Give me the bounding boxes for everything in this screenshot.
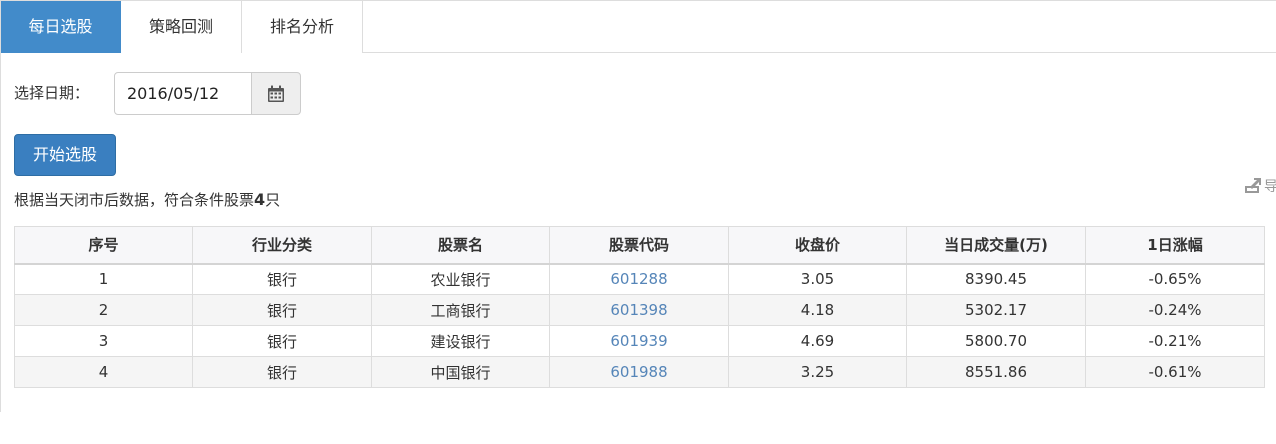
cell-change: -0.65%: [1085, 263, 1265, 295]
cell-stock-name: 建设银行: [371, 325, 550, 357]
stock-code-link[interactable]: 601398: [610, 301, 667, 319]
calendar-button[interactable]: [251, 72, 301, 115]
cell-stock-code: 601939: [549, 325, 729, 357]
cell-volume: 8390.45: [906, 263, 1086, 295]
cell-change: -0.24%: [1085, 294, 1265, 326]
table-header-row: 序号 行业分类 股票名 股票代码 收盘价 当日成交量(万) 1日涨幅: [14, 226, 1265, 265]
summary-suffix: 只: [265, 191, 281, 209]
calendar-icon: [268, 85, 284, 102]
cell-industry: 银行: [192, 263, 372, 295]
cell-index: 4: [14, 356, 193, 388]
cell-stock-name: 工商银行: [371, 294, 550, 326]
column-header-stock-code[interactable]: 股票代码: [549, 226, 729, 265]
stock-code-link[interactable]: 601988: [610, 363, 667, 381]
left-divider: [0, 0, 1, 412]
cell-close-price: 4.18: [728, 294, 907, 326]
table-row: 2 银行 工商银行 601398 4.18 5302.17 -0.24%: [14, 294, 1265, 326]
table-row: 3 银行 建设银行 601939 4.69 5800.70 -0.21%: [14, 325, 1265, 357]
table-row: 4 银行 中国银行 601988 3.25 8551.86 -0.61%: [14, 356, 1265, 388]
cell-stock-code: 601288: [549, 263, 729, 295]
tab-daily-picks[interactable]: 每日选股: [1, 1, 121, 53]
cell-industry: 银行: [192, 294, 372, 326]
date-input[interactable]: [114, 72, 252, 115]
tab-bar: 每日选股 策略回测 排名分析: [0, 1, 1276, 53]
result-count: 4: [254, 190, 266, 209]
stock-code-link[interactable]: 601939: [610, 332, 667, 350]
date-label: 选择日期：: [14, 84, 90, 102]
cell-close-price: 3.25: [728, 356, 907, 388]
cell-close-price: 3.05: [728, 263, 907, 295]
column-header-industry[interactable]: 行业分类: [192, 226, 372, 265]
column-header-change[interactable]: 1日涨幅: [1085, 226, 1265, 265]
export-icon: [1245, 178, 1261, 193]
cell-change: -0.61%: [1085, 356, 1265, 388]
cell-change: -0.21%: [1085, 325, 1265, 357]
column-header-stock-name[interactable]: 股票名: [371, 226, 550, 265]
cell-stock-code: 601398: [549, 294, 729, 326]
column-header-index[interactable]: 序号: [14, 226, 193, 265]
column-header-close-price[interactable]: 收盘价: [728, 226, 907, 265]
cell-industry: 银行: [192, 356, 372, 388]
tab-backtest[interactable]: 策略回测: [121, 1, 242, 53]
cell-volume: 8551.86: [906, 356, 1086, 388]
cell-stock-code: 601988: [549, 356, 729, 388]
table-row: 1 银行 农业银行 601288 3.05 8390.45 -0.65%: [14, 263, 1265, 295]
summary-prefix: 根据当天闭市后数据，符合条件股票: [14, 191, 255, 209]
cell-close-price: 4.69: [728, 325, 907, 357]
stock-code-link[interactable]: 601288: [610, 270, 667, 288]
column-header-volume[interactable]: 当日成交量(万): [906, 226, 1086, 265]
start-selection-button[interactable]: 开始选股: [14, 134, 116, 176]
cell-industry: 银行: [192, 325, 372, 357]
cell-index: 1: [14, 263, 193, 295]
tab-ranking[interactable]: 排名分析: [242, 1, 363, 53]
cell-stock-name: 农业银行: [371, 263, 550, 295]
stock-table: 序号 行业分类 股票名 股票代码 收盘价 当日成交量(万) 1日涨幅 1 银行 …: [14, 226, 1265, 388]
cell-index: 3: [14, 325, 193, 357]
result-summary: 根据当天闭市后数据，符合条件股票4只: [14, 189, 280, 211]
cell-stock-name: 中国银行: [371, 356, 550, 388]
cell-volume: 5302.17: [906, 294, 1086, 326]
cell-index: 2: [14, 294, 193, 326]
cell-volume: 5800.70: [906, 325, 1086, 357]
export-label: 导: [1264, 179, 1276, 195]
